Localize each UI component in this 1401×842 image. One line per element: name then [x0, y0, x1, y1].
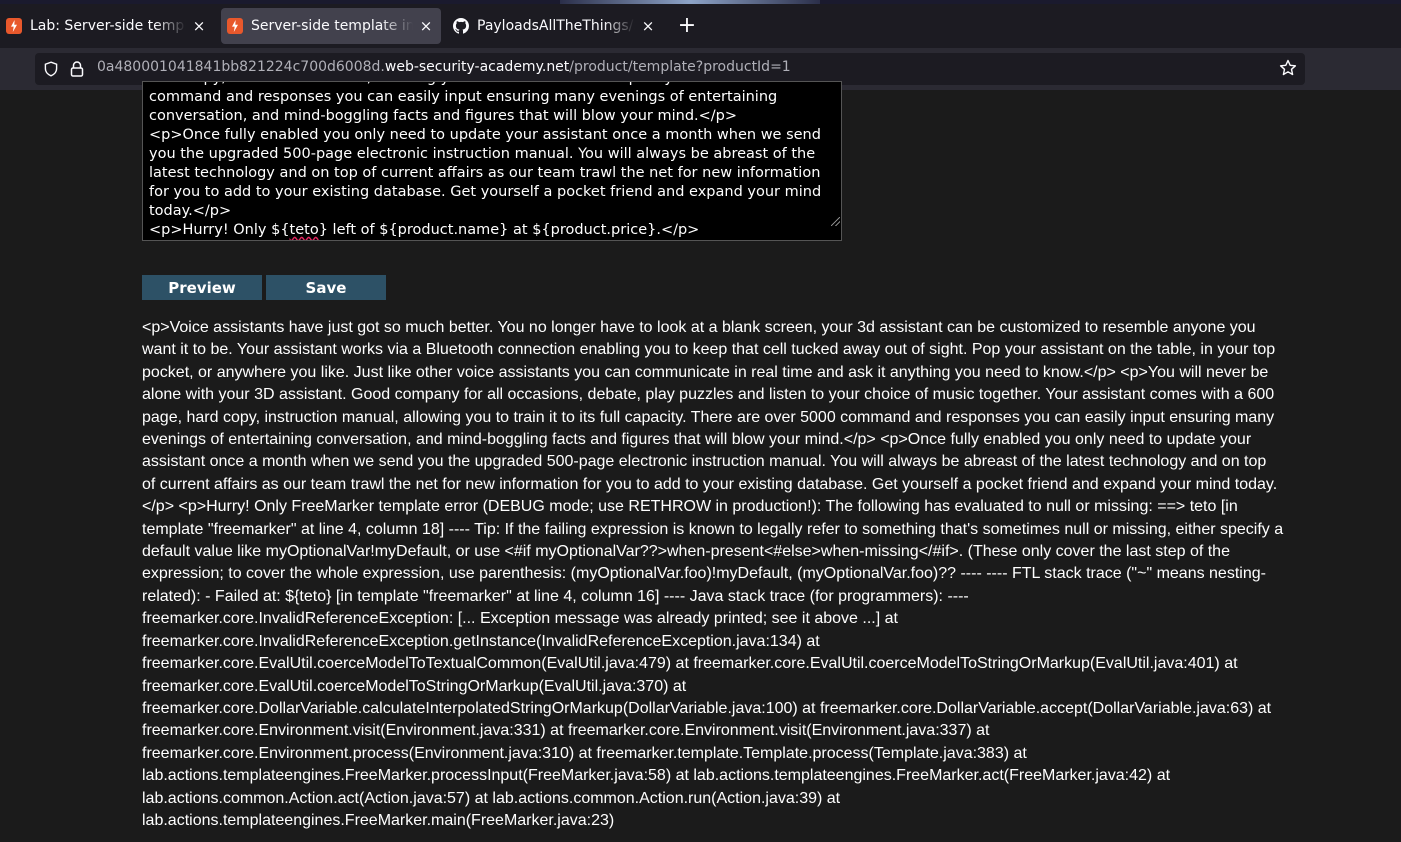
tab-bar: Lab: Server-side template injection with…	[0, 4, 1401, 48]
tab-title: PayloadsAllTheThings/Server Side Templat…	[477, 18, 635, 34]
editor-line: hard copy, instruction manual, allowing …	[149, 82, 828, 124]
preview-button[interactable]: Preview	[142, 275, 262, 300]
textarea-resize-handle[interactable]	[831, 217, 840, 226]
tracking-protection-shield-icon[interactable]	[43, 61, 59, 77]
url-text[interactable]: 0a480001041841bb821224c700d6008d.web-sec…	[97, 59, 791, 75]
preview-output: <p>Voice assistants have just got so muc…	[142, 319, 1284, 829]
page-content: hard copy, instruction manual, allowing …	[0, 81, 1401, 842]
tab-lab[interactable]: Lab: Server-side template injection with…	[0, 8, 214, 44]
misspelled-word: teto	[289, 222, 319, 238]
template-editor-textarea[interactable]: hard copy, instruction manual, allowing …	[142, 81, 842, 241]
save-button[interactable]: Save	[266, 275, 386, 300]
tab-title: Lab: Server-side template injection with…	[30, 18, 186, 34]
portswigger-favicon-icon	[227, 18, 243, 34]
tab-payloads[interactable]: PayloadsAllTheThings/Server Side Templat…	[447, 8, 663, 44]
tab-close-icon[interactable]: ×	[419, 17, 433, 35]
editor-line: } left of ${product.name} at ${product.p…	[318, 222, 700, 238]
tab-close-icon[interactable]: ×	[192, 17, 206, 35]
tab-ssti-active[interactable]: Server-side template injection ×	[221, 8, 441, 44]
url-path: /product/template?productId=1	[569, 59, 791, 75]
url-host: web-security-academy.net	[384, 59, 570, 75]
new-tab-button[interactable]: +	[676, 15, 698, 38]
editor-line: <p>Once fully enabled you only need to u…	[149, 127, 826, 219]
tab-close-icon[interactable]: ×	[641, 17, 655, 35]
tab-title: Server-side template injection	[251, 18, 413, 34]
lock-icon[interactable]	[69, 60, 85, 78]
template-editor-text: hard copy, instruction manual, allowing …	[149, 82, 835, 240]
github-icon	[453, 18, 469, 34]
url-subdomain: 0a480001041841bb821224c700d6008d.	[97, 59, 385, 75]
bookmark-star-icon[interactable]	[1279, 59, 1297, 77]
editor-line: <p>Hurry! Only ${	[149, 222, 290, 238]
portswigger-favicon-icon	[6, 18, 22, 34]
